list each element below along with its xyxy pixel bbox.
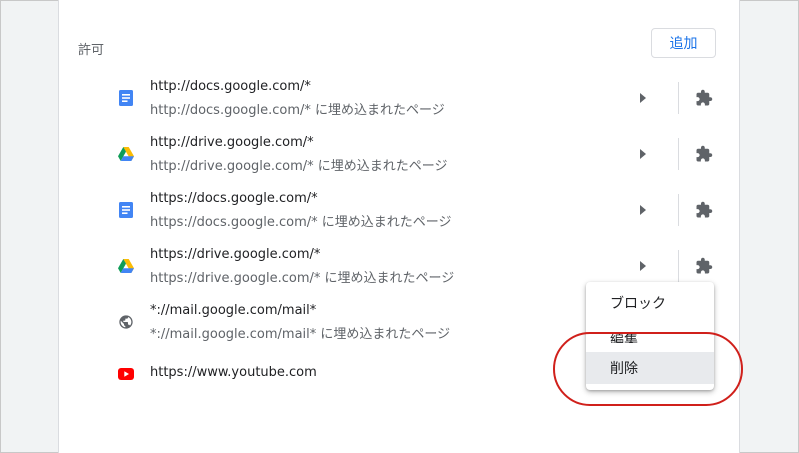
site-embedded-description: https://docs.google.com/* に埋め込まれたページ [150, 215, 452, 230]
menu-item-block[interactable]: ブロック [586, 287, 714, 319]
site-url: http://docs.google.com/* [150, 79, 311, 94]
globe-icon [118, 314, 134, 330]
extension-puzzle-icon [694, 200, 714, 220]
google-docs-icon [118, 90, 134, 106]
list-item: http://drive.google.com/* http://drive.g… [58, 126, 738, 182]
site-embedded-description: *://mail.google.com/mail* に埋め込まれたページ [150, 327, 451, 342]
chevron-right-icon[interactable] [636, 91, 650, 105]
context-menu: ブロック 編集 削除 [586, 282, 714, 390]
divider [678, 138, 679, 170]
site-embedded-description: http://docs.google.com/* に埋め込まれたページ [150, 103, 445, 118]
add-button[interactable]: 追加 [651, 28, 716, 58]
list-item: https://docs.google.com/* https://docs.g… [58, 182, 738, 238]
site-url: https://www.youtube.com [150, 365, 317, 380]
menu-item-delete[interactable]: 削除 [586, 352, 714, 384]
divider [678, 194, 679, 226]
google-drive-icon [118, 258, 134, 274]
chevron-right-icon[interactable] [636, 147, 650, 161]
site-embedded-description: https://drive.google.com/* に埋め込まれたページ [150, 271, 455, 286]
extension-puzzle-icon [694, 144, 714, 164]
section-title: 許可 [78, 43, 105, 58]
site-url: http://drive.google.com/* [150, 135, 314, 150]
divider [678, 82, 679, 114]
chevron-right-icon[interactable] [636, 203, 650, 217]
site-embedded-description: http://drive.google.com/* に埋め込まれたページ [150, 159, 448, 174]
google-docs-icon [118, 202, 134, 218]
list-item: http://docs.google.com/* http://docs.goo… [58, 70, 738, 126]
extension-puzzle-icon [694, 88, 714, 108]
youtube-icon [118, 366, 134, 382]
google-drive-icon [118, 146, 134, 162]
divider [678, 250, 679, 282]
site-url: https://docs.google.com/* [150, 191, 318, 206]
site-url: https://drive.google.com/* [150, 247, 321, 262]
site-url: *://mail.google.com/mail* [150, 303, 317, 318]
chevron-right-icon[interactable] [636, 259, 650, 273]
extension-puzzle-icon [694, 256, 714, 276]
menu-item-edit[interactable]: 編集 [586, 329, 714, 343]
